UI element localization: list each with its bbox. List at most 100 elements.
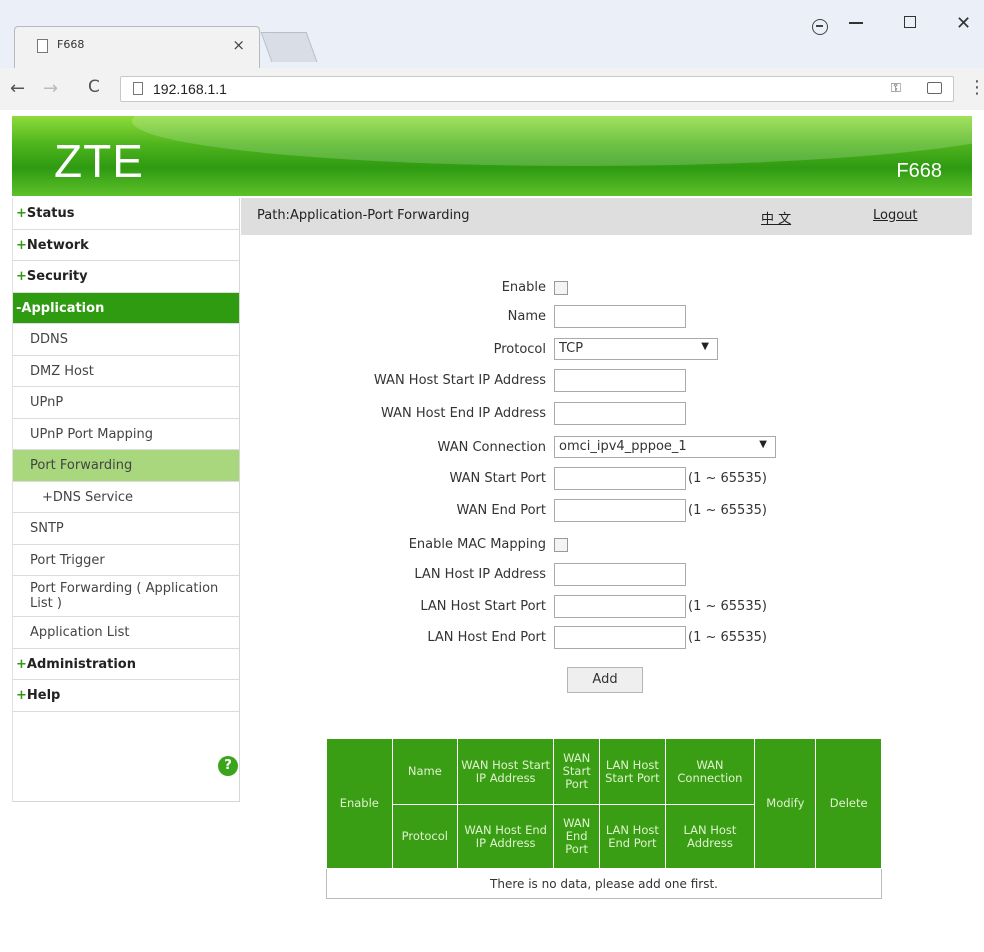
zte-logo: ZTE bbox=[54, 135, 144, 187]
port-range-hint: (1 ~ 65535) bbox=[688, 599, 767, 614]
breadcrumb: Path:Application-Port Forwarding bbox=[257, 208, 470, 223]
address-bar[interactable]: 192.168.1.1 ⚿ bbox=[120, 76, 954, 102]
sidebar-item-network[interactable]: +Network bbox=[13, 230, 239, 261]
col-delete: Delete bbox=[815, 738, 882, 869]
protocol-selected-value: TCP bbox=[559, 341, 584, 356]
lan-host-start-port-label: LAN Host Start Port bbox=[420, 599, 546, 614]
protocol-label: Protocol bbox=[493, 342, 546, 357]
minimize-icon[interactable] bbox=[849, 22, 863, 24]
form-row-wan-start-port: WAN Start Port (1 ~ 65535) bbox=[241, 467, 972, 493]
wan-host-end-ip-input[interactable] bbox=[554, 402, 686, 425]
lan-host-start-port-input[interactable] bbox=[554, 595, 686, 618]
path-bar: Path:Application-Port Forwarding 中 文 Log… bbox=[241, 198, 972, 235]
sidebar-item-administration[interactable]: +Administration bbox=[13, 649, 239, 680]
wan-end-port-input[interactable] bbox=[554, 499, 686, 522]
sidebar-item-dmz-host[interactable]: DMZ Host bbox=[13, 356, 239, 387]
sidebar-item-port-forwarding-app-list[interactable]: Port Forwarding ( Application List ) bbox=[13, 576, 239, 617]
form-row-wan-end-port: WAN End Port (1 ~ 65535) bbox=[241, 499, 972, 525]
form-row-lan-host-start-port: LAN Host Start Port (1 ~ 65535) bbox=[241, 595, 972, 621]
page-viewport: ZTE F668 +Status +Network +Security -App… bbox=[0, 110, 984, 952]
browser-menu-icon[interactable]: ⋮ bbox=[968, 77, 984, 98]
expand-sign: + bbox=[16, 206, 27, 221]
logout-link[interactable]: Logout bbox=[873, 208, 918, 223]
sidebar-item-label: Administration bbox=[26, 656, 136, 672]
col-lan-host-start-port: LAN Host Start Port bbox=[599, 738, 666, 805]
new-tab-button[interactable] bbox=[260, 32, 318, 62]
tab-strip: F668 × ✕ bbox=[0, 0, 984, 68]
protocol-select[interactable]: TCP ▼ bbox=[554, 338, 718, 360]
port-range-hint: (1 ~ 65535) bbox=[688, 630, 767, 645]
sidebar-item-sntp[interactable]: SNTP bbox=[13, 513, 239, 545]
tab-close-icon[interactable]: × bbox=[232, 36, 245, 54]
wan-host-start-ip-label: WAN Host Start IP Address bbox=[373, 373, 546, 388]
col-wan-start-port: WAN Start Port bbox=[553, 738, 601, 805]
back-icon[interactable]: ← bbox=[10, 78, 25, 99]
maximize-icon[interactable] bbox=[904, 16, 916, 28]
form-row-name: Name bbox=[241, 305, 972, 331]
lan-host-ip-input[interactable] bbox=[554, 563, 686, 586]
port-forwarding-table: Enable Name WAN Host Start IP Address WA… bbox=[326, 738, 882, 899]
sidebar-item-ddns[interactable]: DDNS bbox=[13, 324, 239, 356]
col-wan-host-start-ip: WAN Host Start IP Address bbox=[457, 738, 555, 805]
lan-host-ip-label: LAN Host IP Address bbox=[414, 567, 546, 582]
close-window-icon[interactable]: ✕ bbox=[956, 13, 971, 34]
form-row-lan-host-end-port: LAN Host End Port (1 ~ 65535) bbox=[241, 626, 972, 652]
page-icon bbox=[37, 39, 48, 53]
lan-host-end-port-label: LAN Host End Port bbox=[427, 630, 546, 645]
name-input[interactable] bbox=[554, 305, 686, 328]
enable-mac-mapping-checkbox[interactable] bbox=[554, 538, 568, 552]
wan-end-port-label: WAN End Port bbox=[456, 503, 546, 518]
browser-tab[interactable]: F668 × bbox=[14, 26, 260, 68]
key-icon[interactable]: ⚿ bbox=[891, 81, 901, 96]
help-icon[interactable]: ? bbox=[218, 756, 238, 776]
cast-icon[interactable] bbox=[927, 82, 942, 94]
sidebar-item-label: Security bbox=[26, 269, 88, 284]
col-wan-connection: WAN Connection bbox=[664, 738, 756, 805]
col-wan-host-end-ip: WAN Host End IP Address bbox=[457, 804, 555, 869]
sidebar-item-application-list[interactable]: Application List bbox=[13, 617, 239, 649]
language-link[interactable]: 中 文 bbox=[761, 208, 791, 227]
wan-connection-select[interactable]: omci_ipv4_pppoe_1 ▼ bbox=[554, 436, 776, 458]
wan-connection-label: WAN Connection bbox=[437, 440, 546, 455]
col-protocol: Protocol bbox=[391, 804, 459, 869]
form-row-wan-host-end-ip: WAN Host End IP Address bbox=[241, 402, 972, 428]
col-name: Name bbox=[391, 738, 459, 805]
expand-sign: + bbox=[16, 688, 27, 703]
expand-sign: + bbox=[16, 269, 27, 284]
wan-start-port-label: WAN Start Port bbox=[449, 471, 546, 486]
profile-icon[interactable] bbox=[812, 19, 828, 35]
wan-host-start-ip-input[interactable] bbox=[554, 369, 686, 392]
sidebar-item-port-trigger[interactable]: Port Trigger bbox=[13, 545, 239, 576]
sidebar-item-dns-service[interactable]: +DNS Service bbox=[13, 482, 239, 513]
sidebar-item-upnp[interactable]: UPnP bbox=[13, 387, 239, 419]
port-range-hint: (1 ~ 65535) bbox=[688, 471, 767, 486]
wan-host-end-ip-label: WAN Host End IP Address bbox=[380, 406, 546, 421]
port-range-hint: (1 ~ 65535) bbox=[688, 503, 767, 518]
form-row-protocol: Protocol TCP ▼ bbox=[241, 338, 972, 364]
sidebar-item-label: Application bbox=[21, 300, 105, 316]
tab-title: F668 bbox=[57, 38, 85, 51]
col-lan-host-end-port: LAN Host End Port bbox=[599, 804, 666, 869]
sidebar-item-application[interactable]: -Application bbox=[13, 292, 239, 324]
sidebar-item-help[interactable]: +Help bbox=[13, 680, 239, 712]
add-button[interactable]: Add bbox=[567, 667, 643, 693]
forward-icon[interactable]: → bbox=[43, 78, 58, 99]
wan-start-port-input[interactable] bbox=[554, 467, 686, 490]
device-model: F668 bbox=[896, 160, 942, 182]
empty-table-message: There is no data, please add one first. bbox=[326, 868, 882, 899]
col-modify: Modify bbox=[754, 738, 817, 869]
sidebar-item-status[interactable]: +Status bbox=[13, 198, 239, 230]
sidebar-item-security[interactable]: +Security bbox=[13, 261, 239, 293]
page-info-icon[interactable] bbox=[133, 82, 143, 95]
sidebar-item-upnp-port-mapping[interactable]: UPnP Port Mapping bbox=[13, 419, 239, 450]
lan-host-end-port-input[interactable] bbox=[554, 626, 686, 649]
sidebar-item-label: Status bbox=[26, 206, 75, 221]
reload-icon[interactable]: C bbox=[88, 77, 100, 97]
enable-checkbox[interactable] bbox=[554, 281, 568, 295]
sidebar-item-port-forwarding[interactable]: Port Forwarding bbox=[13, 450, 239, 482]
dropdown-arrow-icon: ▼ bbox=[701, 341, 709, 352]
name-label: Name bbox=[507, 309, 546, 324]
col-wan-end-port: WAN End Port bbox=[553, 804, 601, 869]
form-row-lan-host-ip: LAN Host IP Address bbox=[241, 563, 972, 589]
form-row-wan-host-start-ip: WAN Host Start IP Address bbox=[241, 369, 972, 395]
